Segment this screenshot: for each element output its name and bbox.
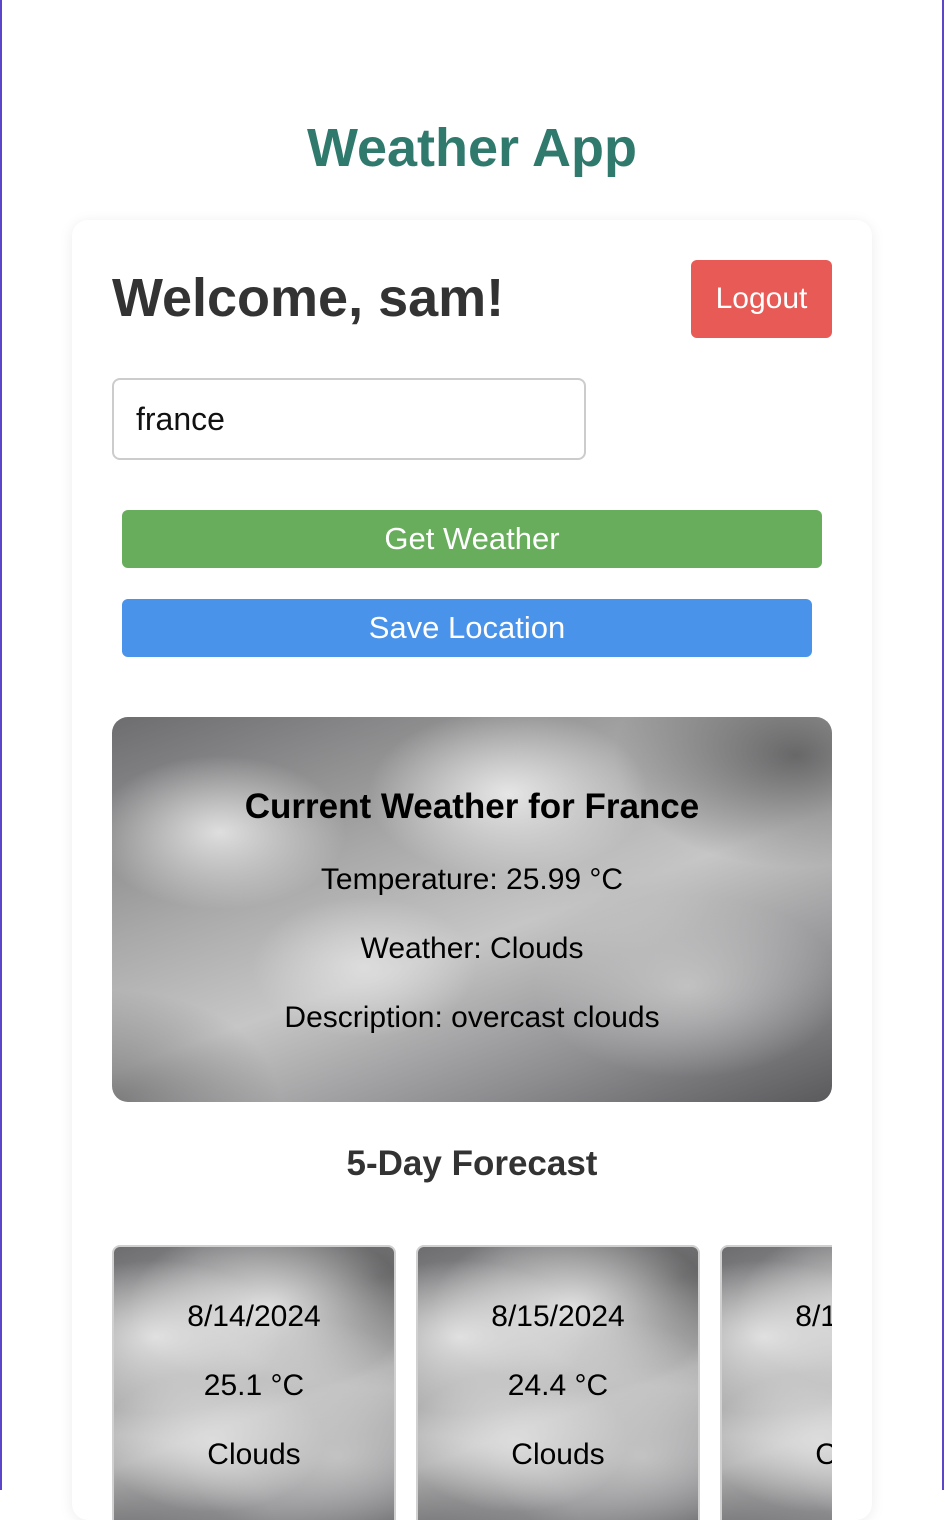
forecast-weather: Clouds [722,1437,832,1473]
forecast-date: 8/15/2024 [418,1299,698,1335]
forecast-date: 8/16/2024 [722,1299,832,1335]
forecast-temp: 25.1 °C [114,1368,394,1404]
main-card: Welcome, sam! Logout Get Weather Save Lo… [72,220,872,1520]
forecast-date: 8/14/2024 [114,1299,394,1335]
current-weather-title: Current Weather for France [112,785,832,829]
app-title: Weather App [0,116,944,180]
forecast-card: 8/16/2024 23 Clouds [720,1245,832,1520]
current-temperature: Temperature: 25.99 °C [112,862,832,898]
save-location-button[interactable]: Save Location [122,599,812,657]
logout-button[interactable]: Logout [691,260,832,338]
get-weather-button[interactable]: Get Weather [122,510,822,568]
forecast-temp: 24.4 °C [418,1368,698,1404]
forecast-card: 8/15/2024 24.4 °C Clouds [416,1245,700,1520]
forecast-temp: 23 [722,1368,832,1404]
current-weather-description: Description: overcast clouds [112,1000,832,1036]
current-weather-condition: Weather: Clouds [112,931,832,967]
forecast-weather: Clouds [418,1437,698,1473]
welcome-heading: Welcome, sam! [112,266,504,330]
forecast-list[interactable]: 8/14/2024 25.1 °C Clouds 8/15/2024 24.4 … [112,1245,832,1520]
forecast-card: 8/14/2024 25.1 °C Clouds [112,1245,396,1520]
current-weather-panel: Current Weather for France Temperature: … [112,717,832,1102]
city-search-input[interactable] [112,378,586,460]
forecast-weather: Clouds [114,1437,394,1473]
page-left-edge [0,0,2,1490]
forecast-title: 5-Day Forecast [72,1142,872,1186]
